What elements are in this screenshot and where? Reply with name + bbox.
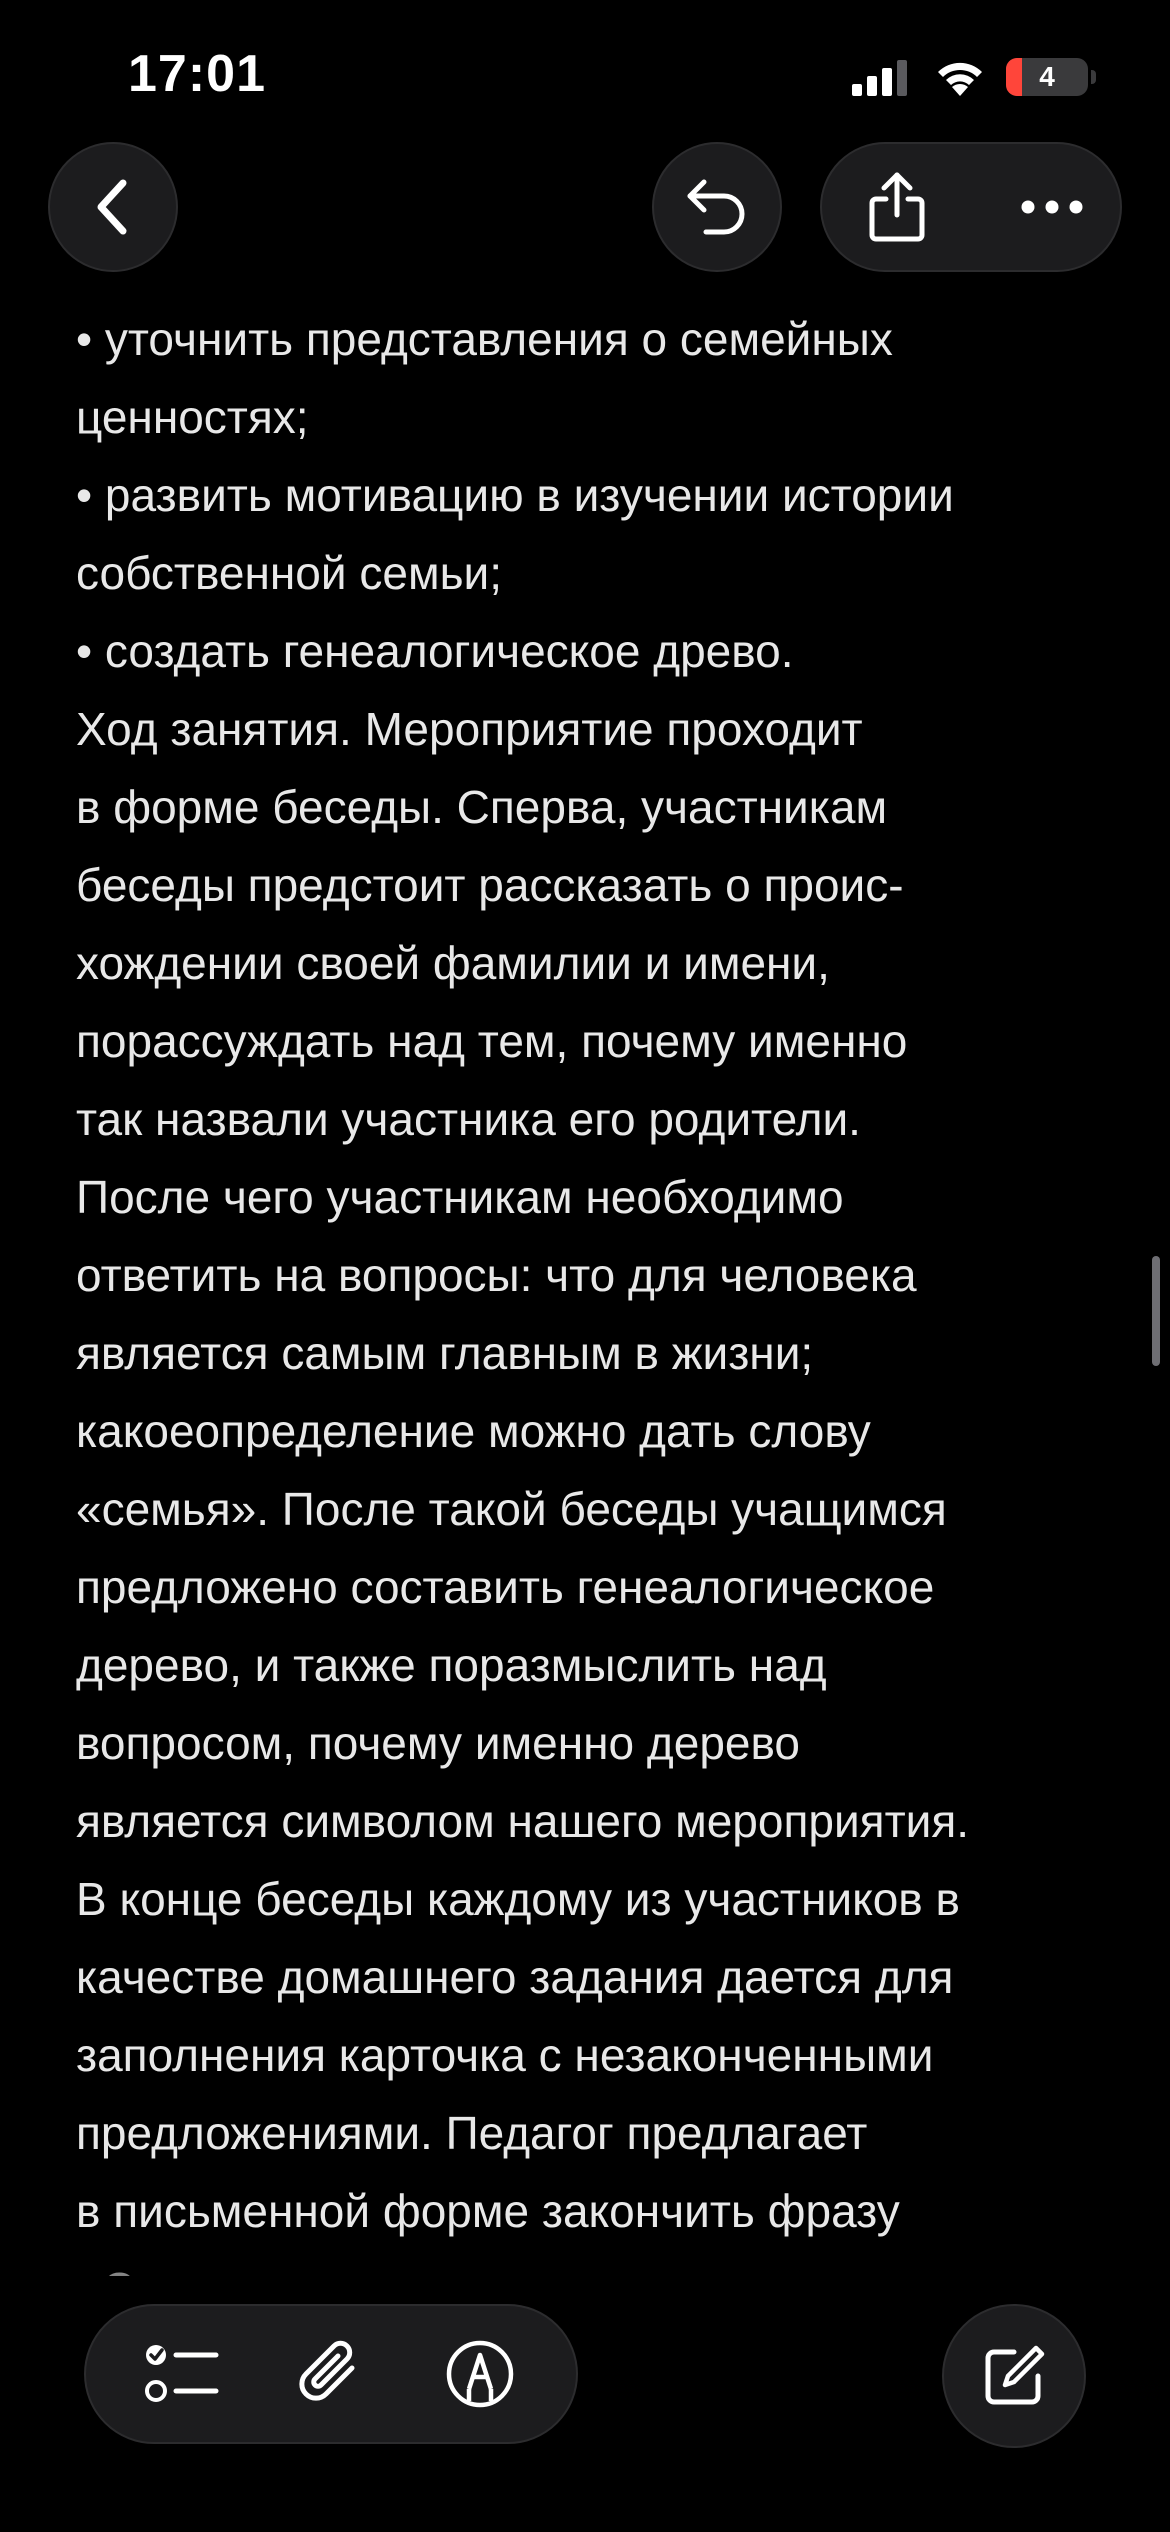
note-text-line: так назвали участника его родители. [76, 1093, 861, 1145]
note-text-line: «семья». После такой беседы учащимся [76, 1483, 947, 1535]
note-text-line: в письменной форме закончить фразу [76, 2185, 900, 2237]
note-text-line: После чего участникам необходимо [76, 1171, 844, 1223]
note-text-line: предложено составить генеалогическое [76, 1561, 935, 1613]
note-text-line: ответить на вопросы: что для человека [76, 1249, 917, 1301]
wifi-icon [934, 56, 986, 96]
ellipsis-icon[interactable] [1020, 199, 1084, 215]
note-text-line: собственной семьи; [76, 547, 503, 599]
battery-cap [1091, 70, 1096, 84]
status-time: 17:01 [128, 45, 266, 103]
note-text-line: дерево, и также поразмыслить над [76, 1639, 827, 1691]
note-text-line: в форме беседы. Сперва, участникам [76, 781, 888, 833]
battery-icon: 4 [1006, 58, 1088, 96]
note-text-line: заполнения карточка с незаконченными [76, 2029, 934, 2081]
note-text-line: качестве домашнего задания дается для [76, 1951, 954, 2003]
back-button[interactable] [48, 142, 178, 272]
checklist-button[interactable] [132, 2324, 232, 2424]
scroll-indicator[interactable] [1152, 1256, 1160, 1366]
status-bar: 17:01 4 [0, 0, 1170, 140]
note-text-line: порассуждать над тем, почему именно [76, 1015, 908, 1067]
note-text-line: • уточнить представления о семейных [76, 313, 893, 365]
note-text-line: • развить мотивацию в изучении истории [76, 469, 954, 521]
note-text-line: вопросом, почему именно дерево [76, 1717, 800, 1769]
note-text-line: хождении своей фамилии и имени, [76, 937, 830, 989]
compose-button[interactable] [942, 2304, 1086, 2448]
note-text-line: является самым главным в жизни; [76, 1327, 814, 1379]
attachment-button[interactable] [281, 2324, 381, 2424]
note-text-line: какоеопределение можно дать слову [76, 1405, 871, 1457]
share-and-more-group [820, 142, 1122, 272]
markup-button[interactable] [430, 2324, 530, 2424]
bottom-toolbar [84, 2304, 578, 2444]
cellular-signal-icon [852, 60, 912, 96]
note-body[interactable]: • уточнить представления о семейных ценно… [76, 300, 1086, 2276]
undo-button[interactable] [652, 142, 782, 272]
compose-icon [980, 2342, 1048, 2410]
note-text-line: • создать генеалогическое древо. [76, 625, 794, 677]
undo-arrow-icon [684, 176, 750, 238]
battery-percent: 4 [1039, 61, 1055, 92]
note-text-line: В конце беседы каждому из участников в [76, 1873, 960, 1925]
note-text-line: предложениями. Педагог предлагает [76, 2107, 868, 2159]
share-icon[interactable] [866, 171, 928, 243]
note-text-line: беседы предстоит рассказать о проис- [76, 859, 904, 911]
markup-pen-icon [445, 2339, 515, 2409]
note-text-line: является символом нашего мероприятия. [76, 1795, 970, 1847]
note-text-line: ценностях; [76, 391, 309, 443]
chevron-left-icon [91, 177, 135, 237]
paperclip-icon [296, 2338, 366, 2410]
checklist-icon [144, 2341, 220, 2407]
note-text-line: Ход занятия. Мероприятие проходит [76, 703, 863, 755]
